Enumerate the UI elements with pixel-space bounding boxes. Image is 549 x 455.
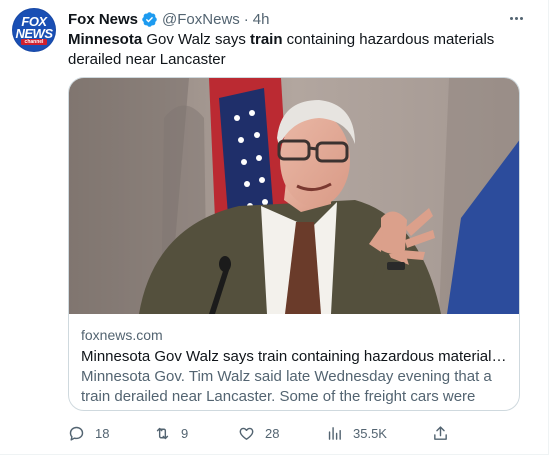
more-options-icon[interactable]: [507, 9, 525, 27]
card-image[interactable]: [69, 78, 520, 314]
tweet-text-segment: train: [250, 31, 283, 48]
heart-icon: [239, 427, 254, 440]
reply-icon: [69, 426, 84, 441]
retweet-count: 9: [181, 425, 189, 441]
views-button[interactable]: 35.5K: [326, 422, 387, 444]
tweet-header: Fox News @FoxNews · 4h: [68, 9, 269, 29]
views-icon: [328, 426, 341, 440]
tweet[interactable]: FOX NEWS channel Fox News @FoxNews · 4h …: [0, 0, 549, 455]
like-count: 28: [265, 425, 280, 441]
card-description: Minnesota Gov. Tim Walz said late Wednes…: [81, 368, 492, 410]
share-icon: [434, 425, 447, 440]
tweet-text-segment: Gov Walz says: [142, 31, 250, 48]
card-domain: foxnews.com: [81, 327, 163, 343]
card-title: Minnesota Gov Walz says train containing…: [81, 348, 509, 365]
share-button[interactable]: [432, 422, 449, 444]
tweet-actions: 18 9 28 35.5K: [68, 422, 468, 444]
tweet-text-segment: Minnesota: [68, 31, 143, 48]
avatar[interactable]: FOX NEWS channel: [12, 8, 56, 52]
reply-count: 18: [95, 425, 110, 441]
separator-dot: ·: [243, 10, 249, 28]
card-meta: foxnews.com Minnesota Gov Walz says trai…: [81, 326, 509, 410]
display-name[interactable]: Fox News: [68, 11, 138, 28]
reply-button[interactable]: 18: [68, 422, 109, 444]
like-button[interactable]: 28: [238, 422, 279, 444]
avatar-logo-channel: channel: [21, 39, 47, 45]
verified-badge-icon[interactable]: [141, 11, 158, 28]
user-handle[interactable]: @FoxNews: [162, 11, 240, 28]
tweet-text: Minnesota Gov Walz says train containing…: [68, 30, 528, 70]
retweet-button[interactable]: 9: [154, 422, 188, 444]
link-card[interactable]: foxnews.com Minnesota Gov Walz says trai…: [68, 77, 520, 411]
timestamp[interactable]: 4h: [253, 11, 270, 28]
views-count: 35.5K: [353, 425, 387, 441]
retweet-icon: [156, 427, 169, 439]
